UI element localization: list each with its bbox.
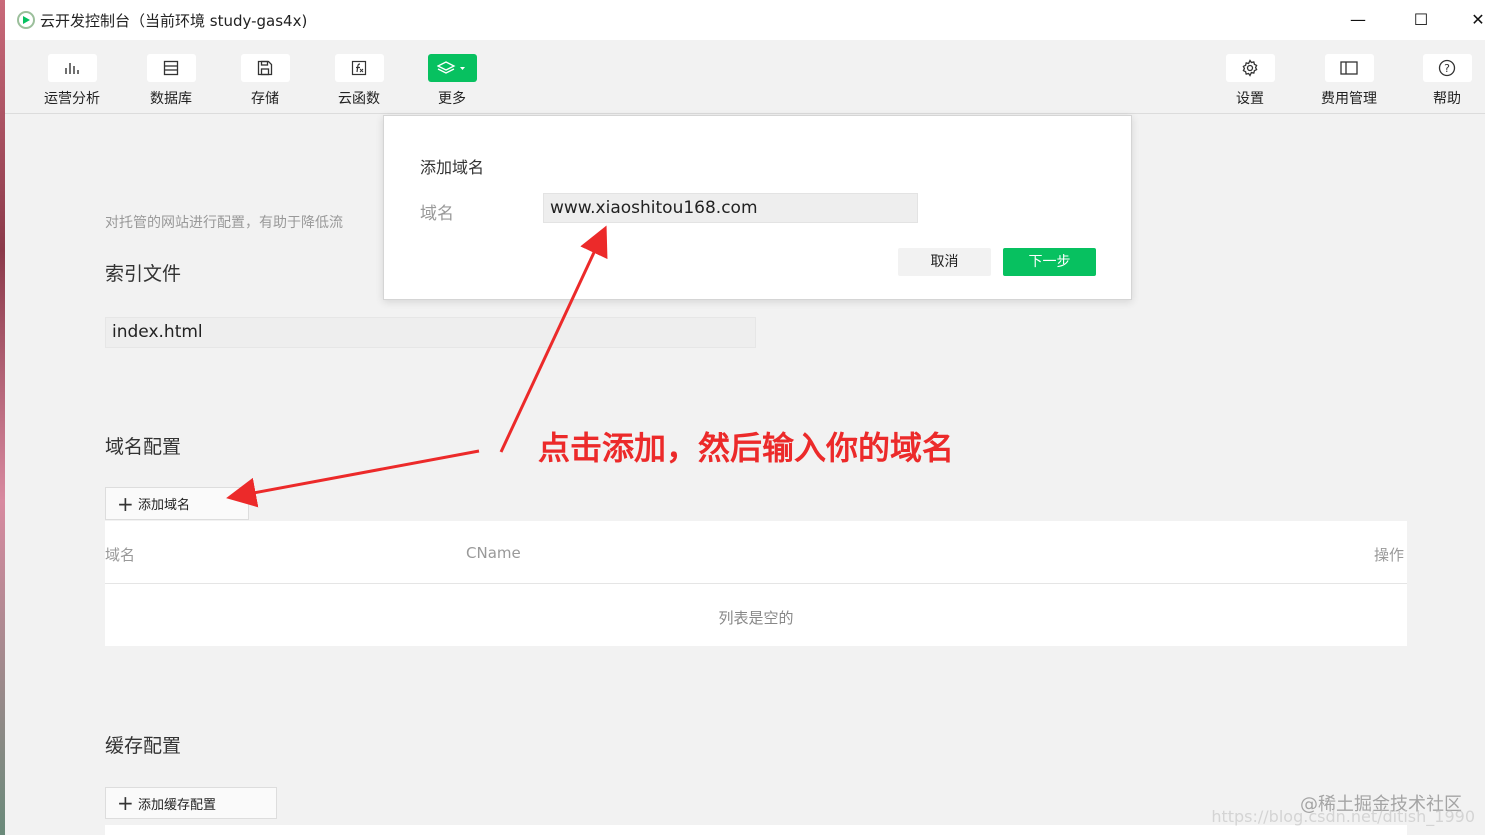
toolbar-label: 费用管理 <box>1321 91 1377 107</box>
gear-icon <box>1225 54 1275 82</box>
floppy-disk-icon <box>240 54 290 82</box>
toolbar-label: 云函数 <box>338 91 380 107</box>
svg-text:?: ? <box>1444 62 1450 75</box>
toolbar-label: 运营分析 <box>44 91 100 107</box>
title-bar: 云开发控制台（当前环境 study-gas4x) — ☐ ✕ <box>5 0 1485 40</box>
table-divider <box>105 583 1407 584</box>
add-domain-label: 添加域名 <box>138 498 191 513</box>
plus-icon: + <box>117 791 134 815</box>
layers-icon <box>427 54 477 82</box>
index-section-title: 索引文件 <box>105 263 182 285</box>
empty-list-message: 列表是空的 <box>718 609 794 627</box>
add-cache-config-label: 添加缓存配置 <box>138 797 217 813</box>
app-logo-icon <box>17 11 35 29</box>
cache-section-title: 缓存配置 <box>105 735 182 757</box>
annotation-text: 点击添加，然后输入你的域名 <box>538 429 955 467</box>
toolbar-cloud-functions[interactable]: 云函数 <box>319 54 399 108</box>
column-header-domain: 域名 <box>105 546 136 564</box>
toolbar-billing[interactable]: 费用管理 <box>1309 54 1389 108</box>
add-domain-button[interactable]: + 添加域名 <box>105 487 249 520</box>
domain-table: 域名 CName 操作 列表是空的 <box>105 521 1407 646</box>
close-button[interactable]: ✕ <box>1464 6 1485 34</box>
watermark-url: https://blog.csdn.net/ditish_1990 <box>1211 807 1475 826</box>
next-step-button[interactable]: 下一步 <box>1003 248 1096 276</box>
column-header-cname: CName <box>466 544 521 562</box>
add-domain-dialog: 添加域名 域名 www.xiaoshitou168.com 取消 下一步 <box>383 115 1132 300</box>
cancel-button[interactable]: 取消 <box>898 248 991 276</box>
bar-chart-icon <box>47 54 97 82</box>
function-icon <box>334 54 384 82</box>
domain-input[interactable]: www.xiaoshitou168.com <box>543 193 918 223</box>
domain-section-title: 域名配置 <box>105 436 182 458</box>
database-icon <box>146 54 196 82</box>
toolbar-more[interactable]: 更多 <box>412 54 492 108</box>
window-title: 云开发控制台（当前环境 study-gas4x) <box>40 12 308 30</box>
cache-table <box>105 825 1407 835</box>
toolbar-analytics[interactable]: 运营分析 <box>32 54 112 108</box>
add-cache-config-button[interactable]: + 添加缓存配置 <box>105 787 277 819</box>
toolbar-settings[interactable]: 设置 <box>1210 54 1290 108</box>
dialog-title: 添加域名 <box>420 158 485 177</box>
domain-field-label: 域名 <box>420 204 454 224</box>
toolbar-label: 更多 <box>438 91 466 107</box>
panel-icon <box>1324 54 1374 82</box>
toolbar-database[interactable]: 数据库 <box>131 54 211 108</box>
maximize-button[interactable]: ☐ <box>1407 6 1435 34</box>
toolbar: 运营分析 数据库 存储 云函数 更多 设置 费用管理 ? 帮助 <box>5 40 1485 114</box>
plus-icon: + <box>117 491 134 516</box>
toolbar-label: 设置 <box>1236 91 1264 107</box>
minimize-button[interactable]: — <box>1344 6 1372 34</box>
column-header-actions: 操作 <box>1374 546 1405 564</box>
toolbar-label: 数据库 <box>150 91 192 107</box>
index-file-field[interactable]: index.html <box>105 317 756 348</box>
hosting-description: 对托管的网站进行配置，有助于降低流 <box>105 215 343 231</box>
toolbar-label: 帮助 <box>1433 91 1461 107</box>
toolbar-storage[interactable]: 存储 <box>225 54 305 108</box>
help-icon: ? <box>1422 54 1472 82</box>
toolbar-label: 存储 <box>251 91 279 107</box>
toolbar-help[interactable]: ? 帮助 <box>1407 54 1485 108</box>
